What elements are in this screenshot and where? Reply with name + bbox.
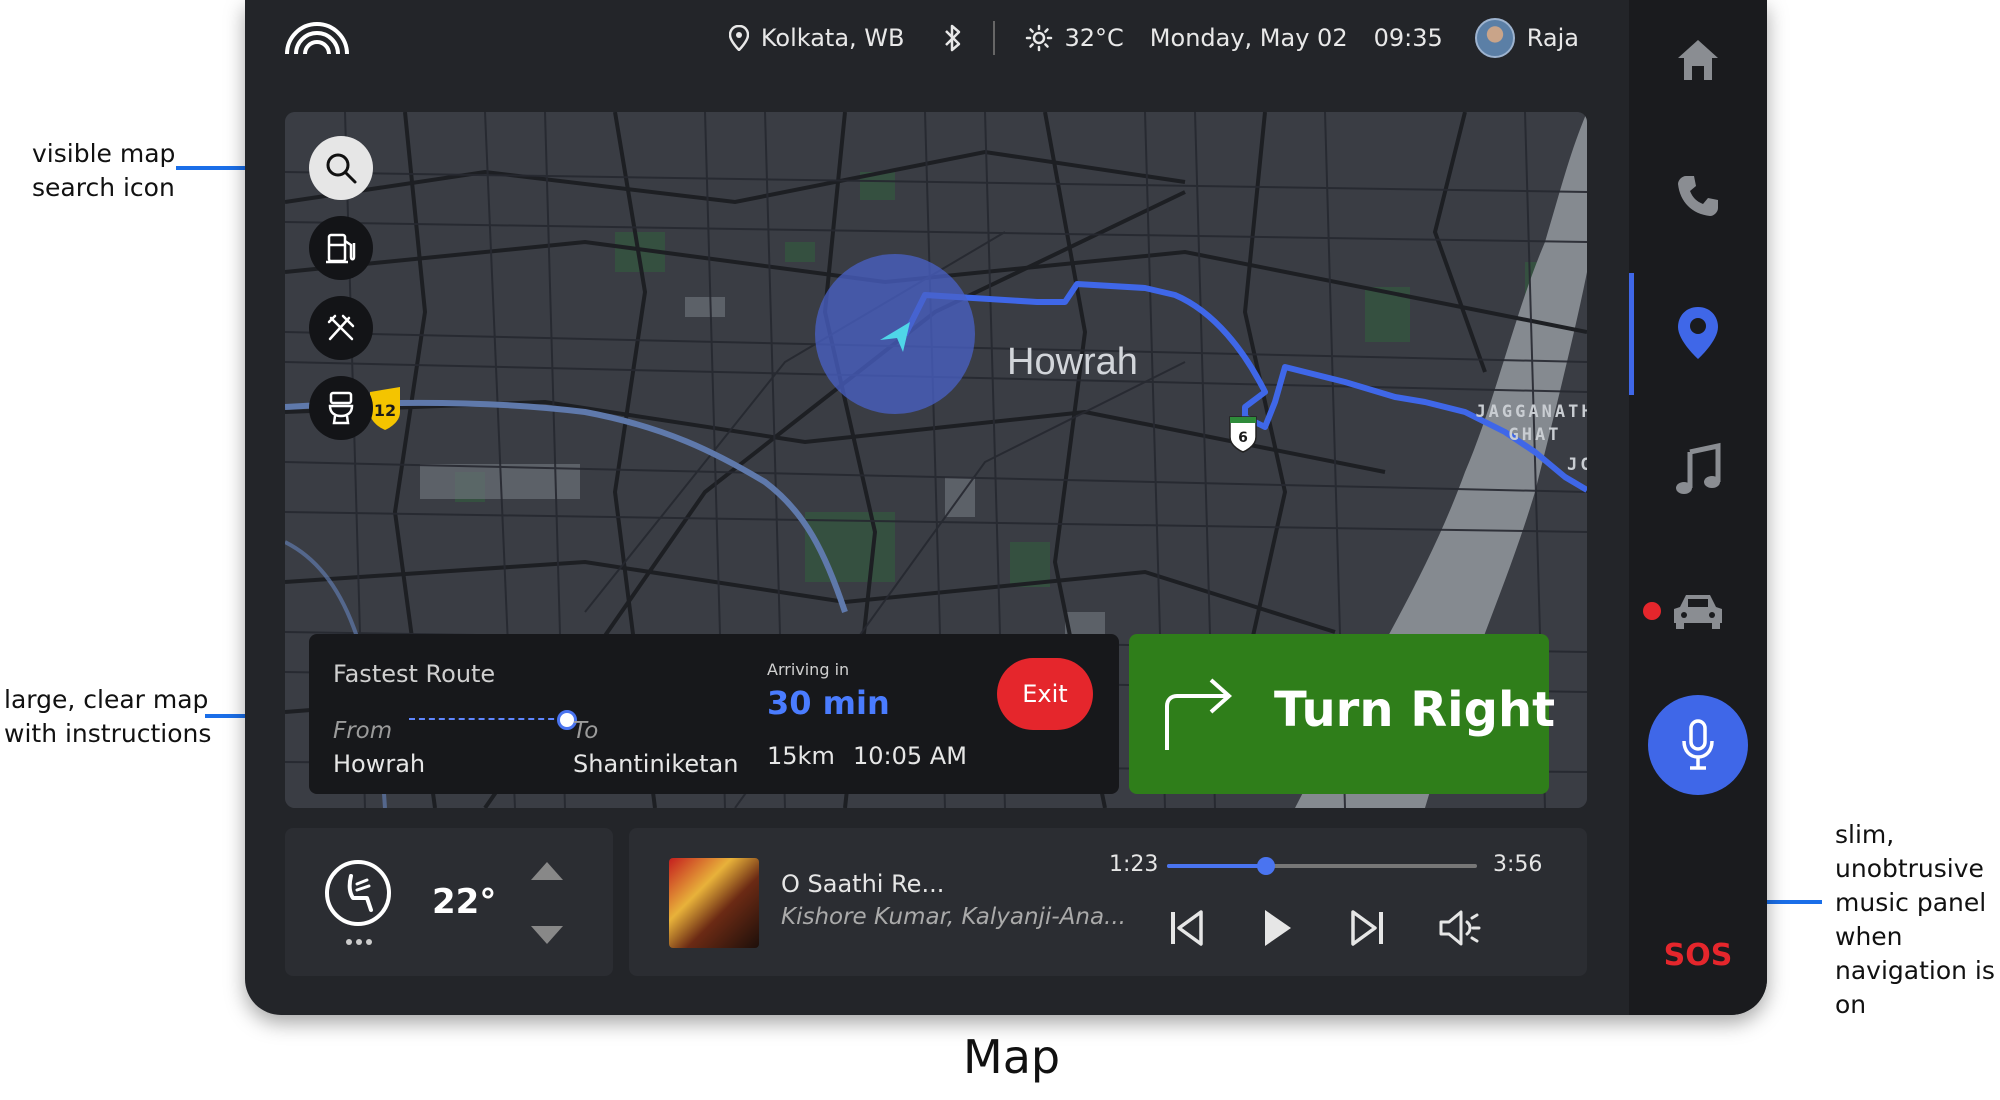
location-pin-icon	[1678, 307, 1718, 359]
exit-navigation-button[interactable]: Exit	[997, 658, 1093, 730]
cabin-temperature: 22°	[432, 882, 497, 922]
to-label: To	[573, 718, 599, 744]
music-note-icon	[1676, 442, 1721, 494]
previous-track-icon[interactable]	[1167, 906, 1207, 950]
sidebar-phone[interactable]	[1658, 156, 1738, 236]
infotainment-screen: Kolkata, WB 32°C Monday, May 02 09:35 Ra…	[245, 0, 1767, 1015]
home-icon	[1678, 40, 1718, 80]
origin-name: Howrah	[333, 750, 426, 778]
svg-text:12: 12	[374, 401, 396, 420]
bluetooth-icon[interactable]	[943, 23, 963, 53]
current-time: 1:23	[1109, 852, 1159, 877]
sidebar-music[interactable]	[1658, 430, 1738, 510]
navigation-map[interactable]: JAGGANATH GHAT JC Howrah 12 6	[285, 112, 1587, 808]
sun-icon	[1025, 24, 1052, 52]
play-icon[interactable]	[1257, 906, 1297, 950]
turn-right-arrow-icon	[1165, 678, 1233, 750]
place-label-partial: JC	[1567, 455, 1587, 475]
destination-name: Shantiniketan	[573, 750, 739, 778]
song-artist: Kishore Kumar, Kalyanji-Ana...	[781, 904, 1126, 930]
route-dashed-line	[409, 718, 574, 720]
date-text: Monday, May 02	[1149, 24, 1348, 52]
song-title: O Saathi Re...	[781, 870, 945, 898]
clock-text: 09:35	[1373, 24, 1443, 52]
svg-text:6: 6	[1238, 430, 1248, 446]
app-sidebar: SOS	[1629, 0, 1767, 1015]
progress-bar[interactable]	[1167, 857, 1477, 875]
restroom-button[interactable]	[309, 376, 373, 440]
route-distance: 15km	[767, 742, 835, 770]
location-icon	[728, 25, 749, 51]
user-avatar[interactable]	[1474, 18, 1515, 58]
album-art[interactable]	[669, 858, 759, 948]
route-heading: Fastest Route	[333, 660, 496, 688]
fork-knife-icon	[327, 314, 355, 341]
microphone-icon	[1682, 719, 1714, 770]
climate-panel: 22°	[285, 828, 613, 976]
sidebar-home[interactable]	[1658, 20, 1738, 100]
search-icon	[326, 153, 357, 184]
fuel-pump-icon	[326, 233, 356, 264]
arrival-time: 10:05 AM	[853, 742, 967, 770]
user-name[interactable]: Raja	[1527, 24, 1579, 52]
status-bar: Kolkata, WB 32°C Monday, May 02 09:35 Ra…	[245, 0, 1629, 72]
car-icon	[1674, 595, 1722, 629]
progress-fill	[1167, 864, 1267, 868]
arriving-label: Arriving in	[767, 660, 850, 679]
seat-climate-icon[interactable]	[323, 858, 393, 928]
status-items: Kolkata, WB 32°C Monday, May 02 09:35 Ra…	[728, 18, 1579, 58]
volume-icon[interactable]	[1437, 906, 1481, 950]
route-info-card: Fastest Route From To Howrah Shantiniket…	[309, 634, 1119, 794]
brand-logo-icon	[285, 22, 349, 55]
progress-knob[interactable]	[1257, 857, 1276, 875]
sidebar-navigation[interactable]	[1658, 293, 1738, 373]
road-shield-6: 6	[1229, 416, 1257, 453]
music-panel: O Saathi Re... Kishore Kumar, Kalyanji-A…	[629, 828, 1587, 976]
place-label-ghat: GHAT	[1509, 425, 1562, 445]
city-label: Howrah	[1007, 341, 1138, 383]
sidebar-vehicle[interactable]	[1658, 571, 1738, 651]
annotation-map: large, clear map with instructions	[4, 685, 212, 748]
location-text: Kolkata, WB	[760, 24, 905, 52]
fuel-station-button[interactable]	[309, 216, 373, 280]
figure-caption: Map	[963, 1030, 1061, 1084]
phone-icon	[1678, 176, 1718, 216]
from-label: From	[333, 718, 393, 744]
temperature-up-icon[interactable]	[529, 860, 565, 882]
temperature-down-icon[interactable]	[529, 924, 565, 946]
total-time: 3:56	[1493, 852, 1543, 877]
toilet-icon	[328, 391, 354, 425]
next-track-icon[interactable]	[1347, 906, 1387, 950]
annotation-music: slim, unobtrusive music panel when navig…	[1835, 820, 1995, 1019]
place-label-jagganath: JAGGANATH	[1475, 402, 1587, 422]
sos-button[interactable]: SOS	[1629, 938, 1767, 973]
annotation-search: visible map search icon	[32, 139, 176, 202]
active-tab-indicator	[1629, 273, 1634, 395]
map-search-button[interactable]	[309, 136, 373, 200]
voice-assistant-button[interactable]	[1648, 695, 1748, 795]
restaurant-button[interactable]	[309, 296, 373, 360]
status-divider	[992, 21, 995, 55]
weather-temperature: 32°C	[1064, 24, 1124, 52]
more-dots-icon[interactable]	[345, 938, 373, 946]
turn-instruction-card: Turn Right	[1129, 634, 1555, 794]
turn-instruction-text: Turn Right	[1274, 682, 1556, 738]
arriving-duration: 30 min	[767, 684, 890, 722]
